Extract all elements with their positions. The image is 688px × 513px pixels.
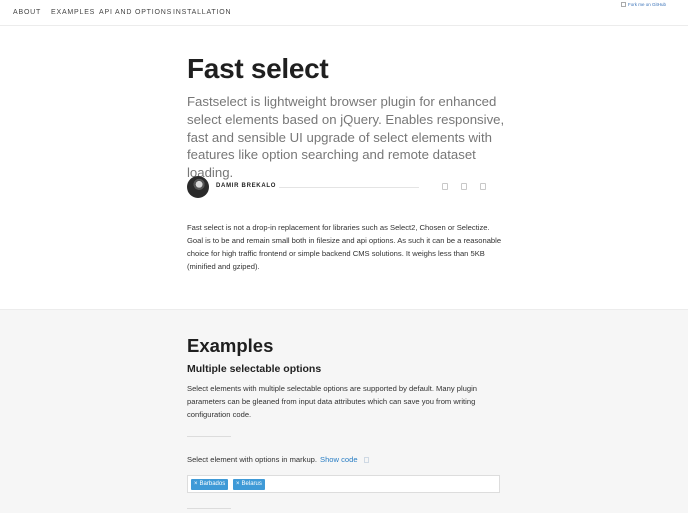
page-title: Fast select [187,53,329,84]
nav-api-and-options[interactable]: API AND OPTIONS [99,9,172,16]
selected-choice-belarus: × Belarus [233,479,265,490]
broken-image-icon [621,1,626,7]
select-caption: Select element with options in markup. S… [187,455,369,464]
selected-choice-barbados: × Barbados [191,479,229,490]
fastselect-multiple-input[interactable]: × Barbados × Belarus [187,475,500,493]
author-row: DAMIR BREKALO [187,176,497,198]
author-divider [279,187,419,188]
remove-choice-icon[interactable]: × [194,479,198,490]
remove-choice-icon[interactable]: × [236,479,240,490]
examples-heading: Examples [187,335,274,356]
select-caption-text: Select element with options in markup. [187,455,318,464]
nav-installation[interactable]: INSTALLATION [173,9,231,16]
examples-description: Select elements with multiple selectable… [187,384,477,419]
share-icon[interactable] [442,183,448,190]
author-name: DAMIR BREKALO [216,183,277,189]
fork-me-label: Fork me on GitHub [628,1,667,7]
fork-me-on-github-link[interactable]: Fork me on GitHub [621,0,666,8]
code-icon[interactable] [363,456,369,463]
share-icon[interactable] [461,183,467,190]
multiple-selectable-heading: Multiple selectable options [187,363,322,375]
divider [187,436,231,437]
choice-label: Barbados [199,481,226,487]
choice-label: Belarus [241,481,262,487]
share-icon[interactable] [480,183,486,190]
nav-examples[interactable]: EXAMPLES [51,9,95,16]
avatar [187,176,209,198]
nav-about[interactable]: ABOUT [13,9,41,16]
intro-paragraph: Fast select is not a drop-in replacement… [187,223,502,271]
show-code-link[interactable]: Show code [320,455,358,464]
top-navigation: ABOUT EXAMPLES API AND OPTIONS INSTALLAT… [0,0,688,26]
divider [187,508,231,509]
lead-paragraph: Fastselect is lightweight browser plugin… [187,94,505,181]
